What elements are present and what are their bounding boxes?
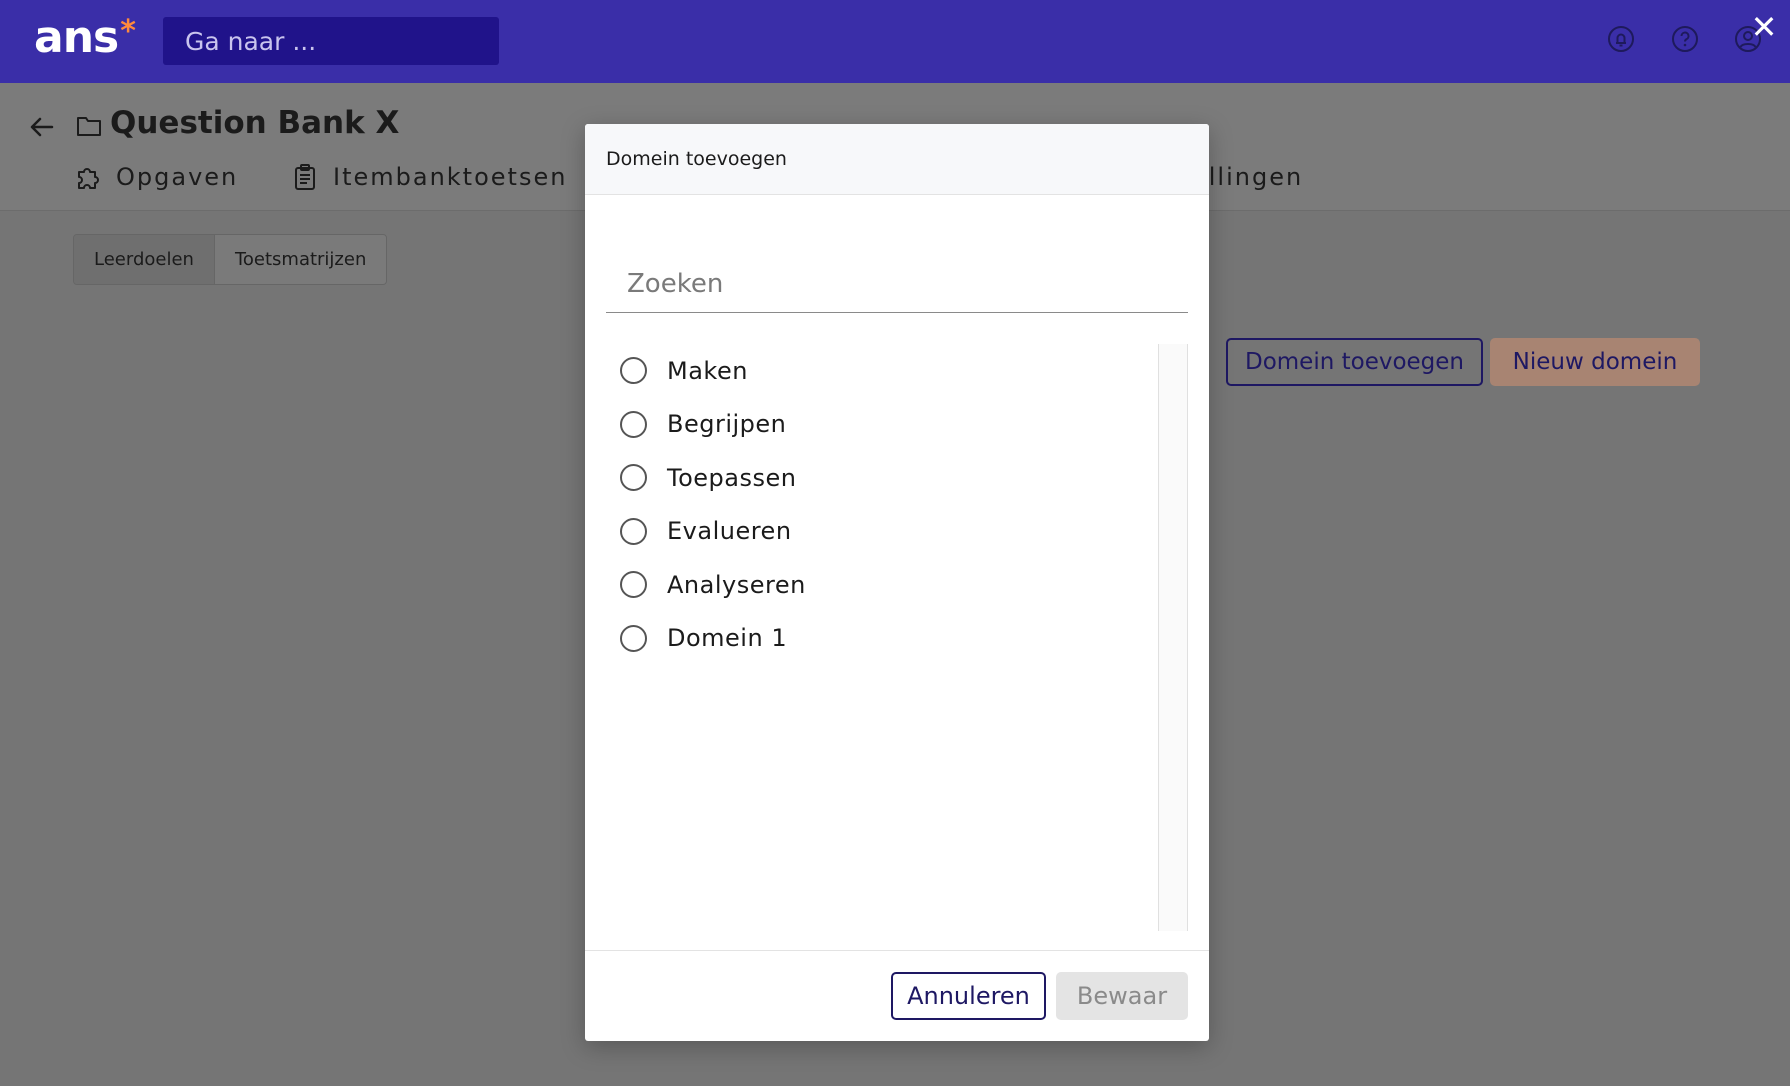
clipboard-icon [295,164,315,190]
new-domain-button[interactable]: Nieuw domein [1490,338,1700,386]
search-input[interactable] [606,255,1188,312]
radio-button[interactable] [620,517,647,545]
option-label: Begrijpen [667,410,787,439]
radio-button[interactable] [620,410,647,438]
radio-button[interactable] [620,357,647,385]
save-button[interactable]: Bewaar [1056,972,1188,1020]
option-analyseren[interactable]: Analyseren [606,558,1163,612]
radio-button[interactable] [620,464,647,492]
option-maken[interactable]: Maken [606,344,1163,398]
dialog-title: Domein toevoegen [585,124,1209,195]
top-bar: ans* [0,0,1790,83]
domain-options-list: Maken Begrijpen Toepassen Evalueren Anal… [606,344,1163,931]
option-domein-1[interactable]: Domein 1 [606,612,1163,666]
list-scrollbar[interactable] [1158,344,1188,931]
option-label: Evalueren [667,517,792,546]
page-title: Question Bank X [110,105,400,141]
help-icon[interactable] [1670,24,1700,54]
option-label: Domein 1 [667,624,788,653]
option-label: Analyseren [667,570,806,599]
add-domain-button[interactable]: Domein toevoegen [1226,338,1483,386]
subtab-group: Leerdoelen Toetsmatrijzen [73,234,388,285]
logo-star-icon: * [120,14,136,49]
goto-search-input[interactable] [163,17,499,65]
subtab-toetsmatrijzen[interactable]: Toetsmatrijzen [214,235,387,284]
option-evalueren[interactable]: Evalueren [606,505,1163,559]
dialog-search [606,255,1188,313]
option-toepassen[interactable]: Toepassen [606,451,1163,505]
dialog-footer: Annuleren Bewaar [585,950,1209,1041]
cancel-button[interactable]: Annuleren [891,972,1046,1020]
ans-logo[interactable]: ans* [34,12,136,63]
logo-text: ans [34,12,119,63]
radio-button[interactable] [620,624,647,652]
option-label: Maken [667,356,748,385]
puzzle-icon [78,168,99,189]
option-label: Toepassen [667,463,797,492]
bell-icon[interactable] [1606,24,1636,54]
radio-button[interactable] [620,571,647,599]
tab-opgaven-label: Opgaven [116,163,239,191]
tab-opgaven[interactable]: Opgaven [74,163,238,191]
tab-itembanktoetsen[interactable]: Itembanktoetsen [291,163,567,191]
tab-itembanktoetsen-label: Itembanktoetsen [333,163,568,191]
option-begrijpen[interactable]: Begrijpen [606,398,1163,452]
close-icon[interactable]: ✕ [1749,11,1779,43]
subtab-leerdoelen[interactable]: Leerdoelen [74,235,215,284]
back-arrow-icon[interactable] [28,113,56,141]
folder-icon [77,117,101,136]
add-domain-dialog: Domein toevoegen Maken Begrijpen Toepass… [585,124,1209,1041]
